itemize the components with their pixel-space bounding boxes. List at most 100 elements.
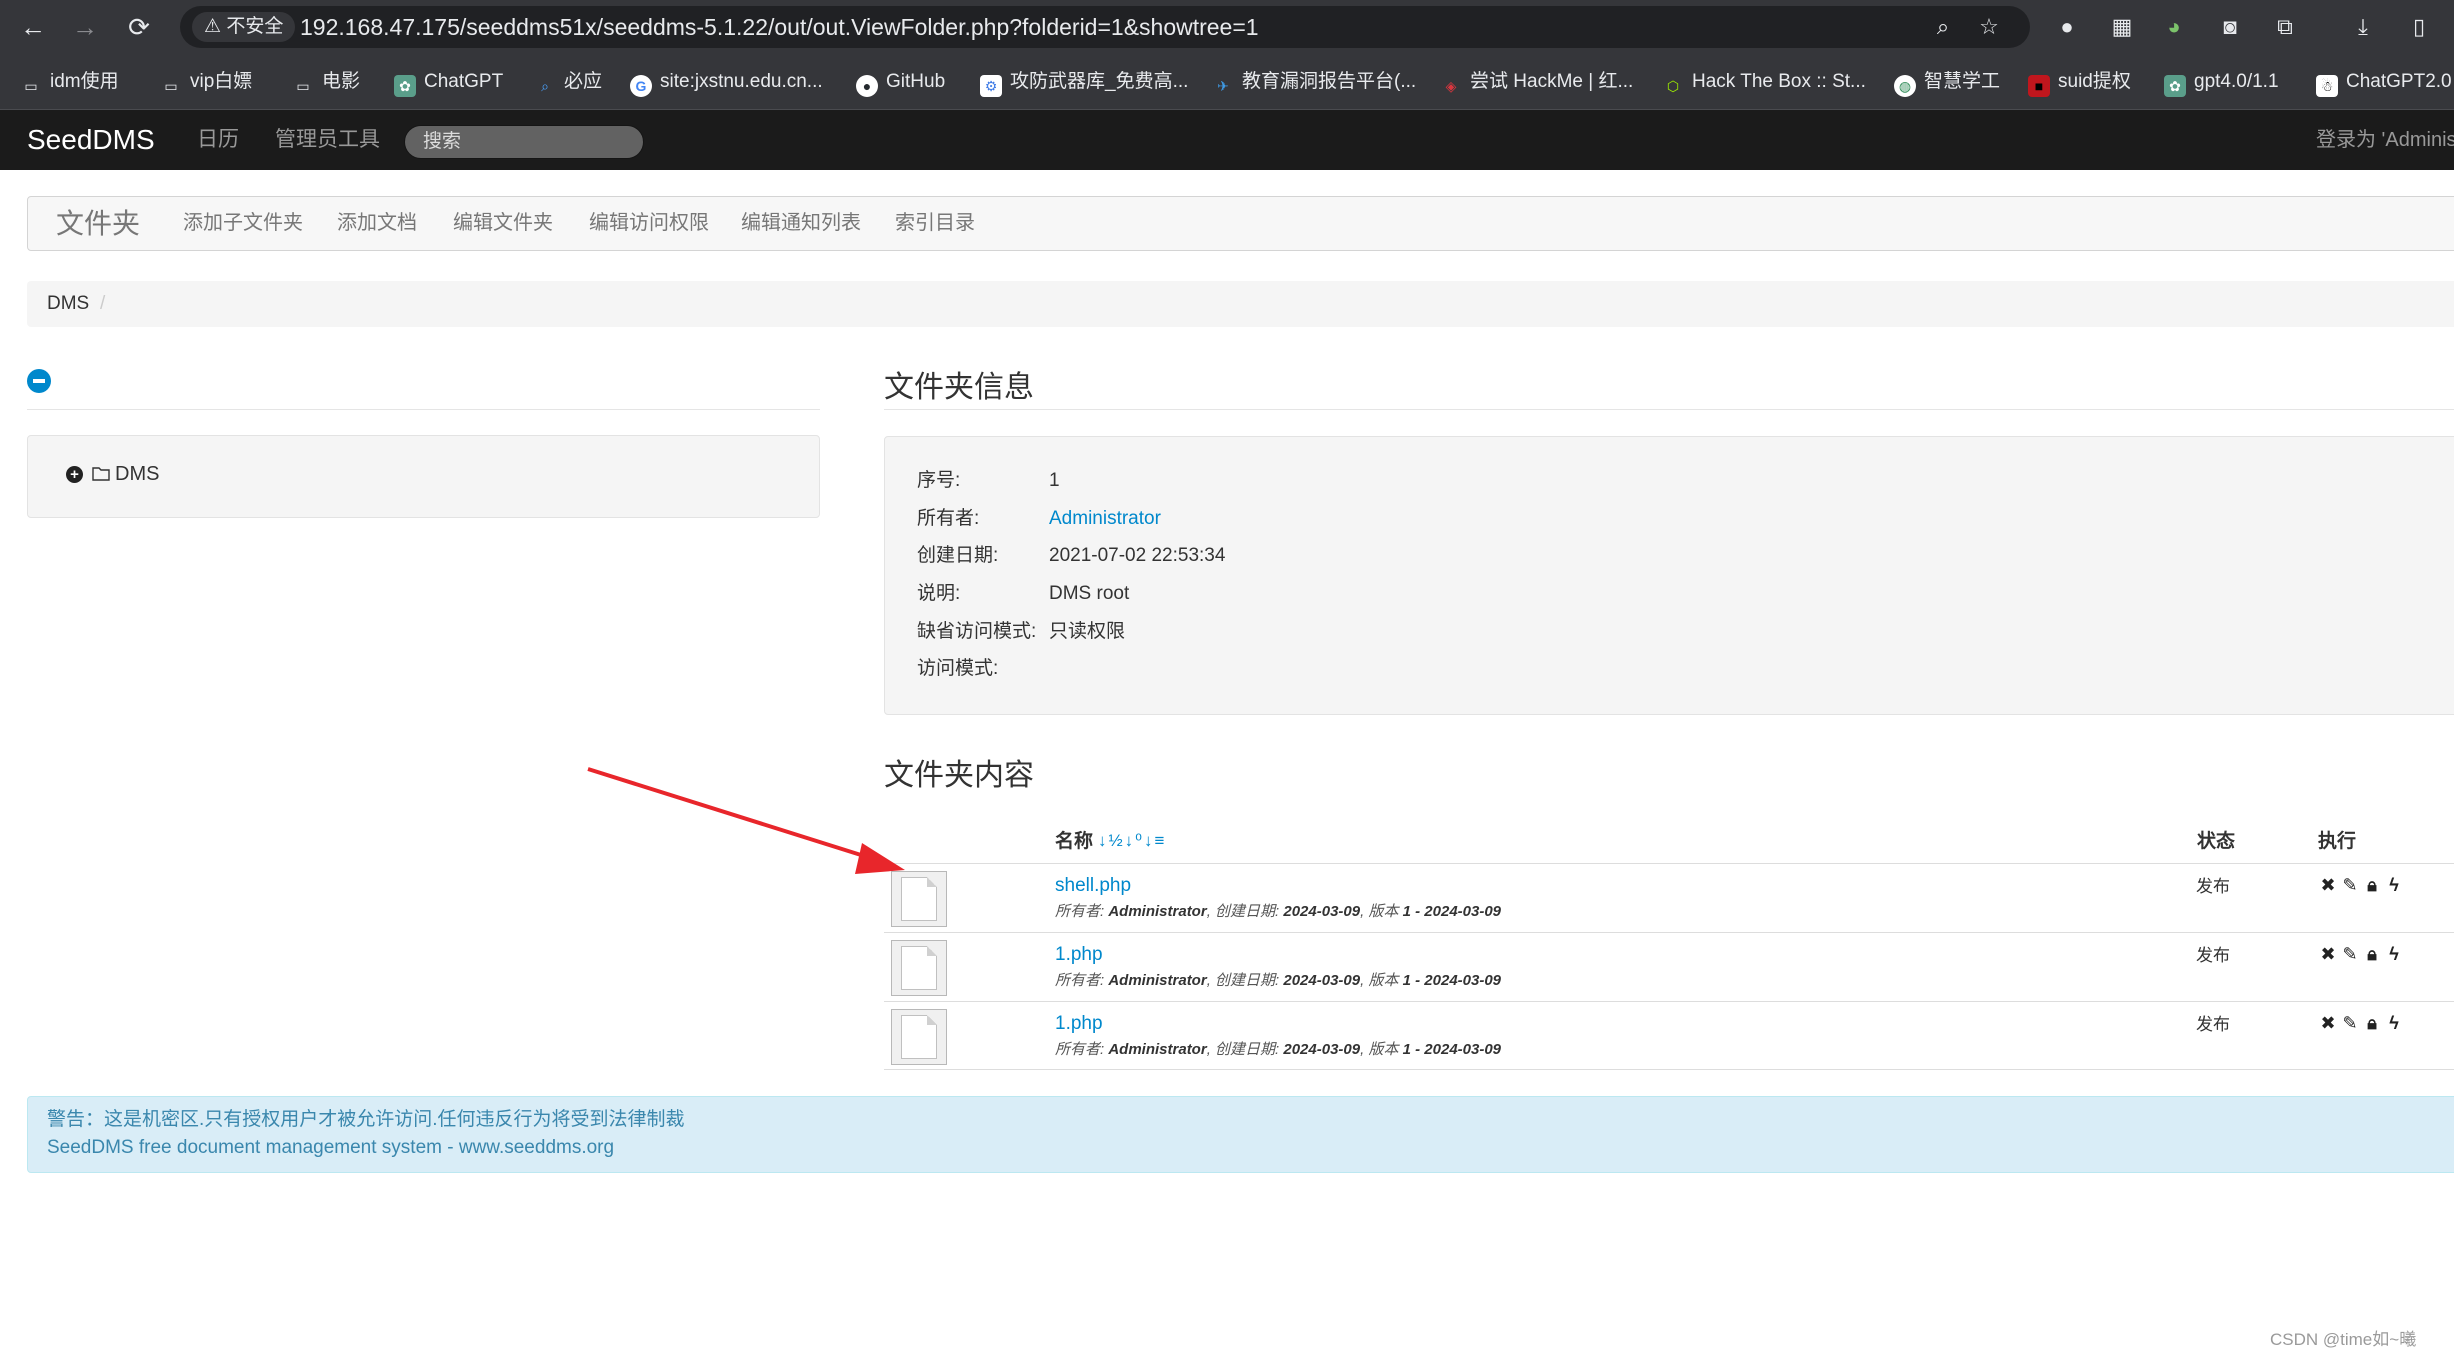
bookmark-item[interactable]: ✿ gpt4.0/1.1	[2164, 68, 2279, 97]
table-row[interactable]: 1.php 所有者: Administrator, 创建日期: 2024-03-…	[884, 932, 2454, 1001]
forward-icon[interactable]: →	[68, 10, 102, 44]
bookmark-label: 尝试 HackMe | 红...	[1470, 71, 1634, 92]
sort-order-icons[interactable]: ↓½↓⁰↓≡	[1098, 831, 1166, 851]
document-link[interactable]: shell.php	[1055, 874, 1131, 898]
bing-search-icon: ⌕	[541, 78, 549, 94]
status-text: 发布	[2196, 1015, 2230, 1034]
column-status-header: 状态	[2197, 831, 2236, 852]
info-label-comment: 说明:	[917, 583, 961, 604]
divider	[884, 409, 2454, 410]
edit-access-link[interactable]: 编辑访问权限	[589, 197, 709, 250]
edit-folder-link[interactable]: 编辑文件夹	[453, 197, 553, 250]
bookmark-item[interactable]: ◍ 智慧学工	[1894, 68, 2000, 97]
edit-icon[interactable]: ✎	[2340, 874, 2360, 896]
meta-version-label: , 版本	[1360, 903, 1399, 920]
bookmark-item[interactable]: ⬡ Hack The Box :: St...	[1662, 68, 1866, 96]
bookmark-item[interactable]: ▭ vip白嫖	[160, 68, 252, 96]
bookmark-item[interactable]: ▭ 电影	[292, 68, 360, 96]
add-document-link[interactable]: 添加文档	[337, 197, 417, 250]
document-thumbnail[interactable]	[891, 940, 947, 996]
bookmark-item[interactable]: ⚙ 攻防武器库_免费高...	[980, 68, 1188, 97]
folder-icon	[92, 467, 110, 481]
edit-icon[interactable]: ✎	[2340, 1012, 2360, 1034]
edit-notify-link[interactable]: 编辑通知列表	[741, 197, 861, 250]
zoom-icon[interactable]: ⌕	[1928, 12, 1958, 42]
meta-created-label: , 创建日期:	[1206, 903, 1280, 920]
document-link[interactable]: 1.php	[1055, 1012, 1103, 1036]
meta-created-label: , 创建日期:	[1206, 972, 1280, 989]
document-thumbnail[interactable]	[891, 871, 947, 927]
owner-link[interactable]: Administrator	[1049, 507, 1161, 531]
side-panel-icon[interactable]: ▯	[2404, 12, 2434, 42]
bolt-icon[interactable]: ϟ	[2384, 943, 2404, 965]
info-label-default-access: 缺省访问模式:	[917, 621, 1037, 642]
meta-owner-label: 所有者:	[1055, 972, 1105, 989]
bookmark-item[interactable]: ■ suid提权	[2028, 68, 2131, 97]
edit-icon[interactable]: ✎	[2340, 943, 2360, 965]
folder-icon: ▭	[296, 78, 310, 94]
bookmark-item[interactable]: ☃ ChatGPT2.0	[2316, 68, 2452, 97]
table-row[interactable]: 1.php 所有者: Administrator, 创建日期: 2024-03-…	[884, 1001, 2454, 1070]
extension-circle-icon[interactable]: ●	[2052, 12, 2082, 42]
file-icon	[901, 877, 937, 921]
extensions-puzzle-icon[interactable]: ⧉	[2270, 12, 2300, 42]
url-text[interactable]: 192.168.47.175/seeddms51x/seeddms-5.1.22…	[300, 6, 1259, 48]
footer-credit-link[interactable]: SeedDMS free document management system …	[47, 1135, 614, 1161]
bookmark-label: suid提权	[2058, 71, 2131, 92]
collapse-tree-icon[interactable]	[27, 369, 51, 393]
nav-admin-tools[interactable]: 管理员工具	[275, 110, 380, 170]
login-status[interactable]: 登录为 'Administ	[2316, 110, 2454, 170]
bookmark-item[interactable]: ▭ idm使用	[20, 68, 119, 96]
tree-item-dms[interactable]: DMS	[115, 460, 159, 488]
expand-plus-icon[interactable]: +	[66, 466, 83, 483]
status-text: 发布	[2196, 877, 2230, 896]
extension-qr-icon[interactable]: ▦	[2107, 12, 2137, 42]
breadcrumb-separator: /	[100, 293, 106, 314]
lock-icon[interactable]: 🔒︎	[2362, 1012, 2382, 1034]
bookmark-item[interactable]: ⌕ 必应	[534, 68, 602, 96]
bookmark-item[interactable]: ✈ 教育漏洞报告平台(...	[1212, 68, 1416, 96]
extension-color-icon[interactable]: ◕	[2159, 12, 2189, 42]
nav-calendar[interactable]: 日历	[197, 110, 239, 170]
bookmark-label: 必应	[564, 71, 603, 92]
info-value-comment: DMS root	[1049, 583, 1130, 604]
delete-icon[interactable]: ✖	[2318, 943, 2338, 965]
reload-icon[interactable]: ⟳	[122, 10, 156, 44]
bookmark-item[interactable]: ◈ 尝试 HackMe | 红...	[1440, 68, 1634, 96]
delete-icon[interactable]: ✖	[2318, 874, 2338, 896]
subnav-title: 文件夹	[56, 208, 141, 239]
hackme-icon: ◈	[1445, 78, 1457, 94]
extension-glasses-icon[interactable]: ◙	[2215, 12, 2245, 42]
meta-created-label: , 创建日期:	[1206, 1041, 1280, 1058]
folder-info-heading: 文件夹信息	[884, 371, 1034, 404]
footer-warning: 警告：这是机密区.只有授权用户才被允许访问.任何违反行为将受到法律制裁	[47, 1109, 685, 1130]
brand-link[interactable]: SeedDMS	[27, 110, 155, 170]
bookmark-label: vip白嫖	[190, 71, 253, 92]
lock-icon[interactable]: 🔒︎	[2362, 874, 2382, 896]
security-indicator[interactable]: ⚠ 不安全	[192, 12, 296, 42]
back-icon[interactable]: ←	[16, 10, 50, 44]
meta-created: 2024-03-09	[1283, 972, 1361, 989]
bolt-icon[interactable]: ϟ	[2384, 874, 2404, 896]
address-bar[interactable]: ⚠ 不安全 192.168.47.175/seeddms51x/seeddms-…	[180, 6, 2030, 48]
add-subfolder-link[interactable]: 添加子文件夹	[183, 197, 303, 250]
bolt-icon[interactable]: ϟ	[2384, 1012, 2404, 1034]
breadcrumb-root[interactable]: DMS	[47, 281, 89, 327]
table-row[interactable]: shell.php 所有者: Administrator, 创建日期: 2024…	[884, 863, 2454, 932]
document-link[interactable]: 1.php	[1055, 943, 1103, 967]
index-folder-link[interactable]: 索引目录	[895, 197, 975, 250]
meta-owner: Administrator	[1108, 903, 1207, 920]
bookmark-item[interactable]: ✿ ChatGPT	[394, 68, 503, 97]
download-icon[interactable]: ⤓	[2348, 12, 2378, 42]
bookmark-item[interactable]: ● GitHub	[856, 68, 945, 97]
lock-icon[interactable]: 🔒︎	[2362, 943, 2382, 965]
arrow-shaft	[587, 767, 881, 863]
delete-icon[interactable]: ✖	[2318, 1012, 2338, 1034]
suid-icon: ■	[2028, 75, 2050, 97]
bookmark-item[interactable]: Gsite:jxstnu.edu.cn...	[630, 68, 823, 97]
bookmark-label: idm使用	[50, 71, 119, 92]
column-name-header: 名称	[1055, 831, 1094, 852]
search-input[interactable]: 搜索	[404, 125, 644, 159]
document-thumbnail[interactable]	[891, 1009, 947, 1065]
bookmark-star-icon[interactable]: ☆	[1974, 12, 2004, 42]
